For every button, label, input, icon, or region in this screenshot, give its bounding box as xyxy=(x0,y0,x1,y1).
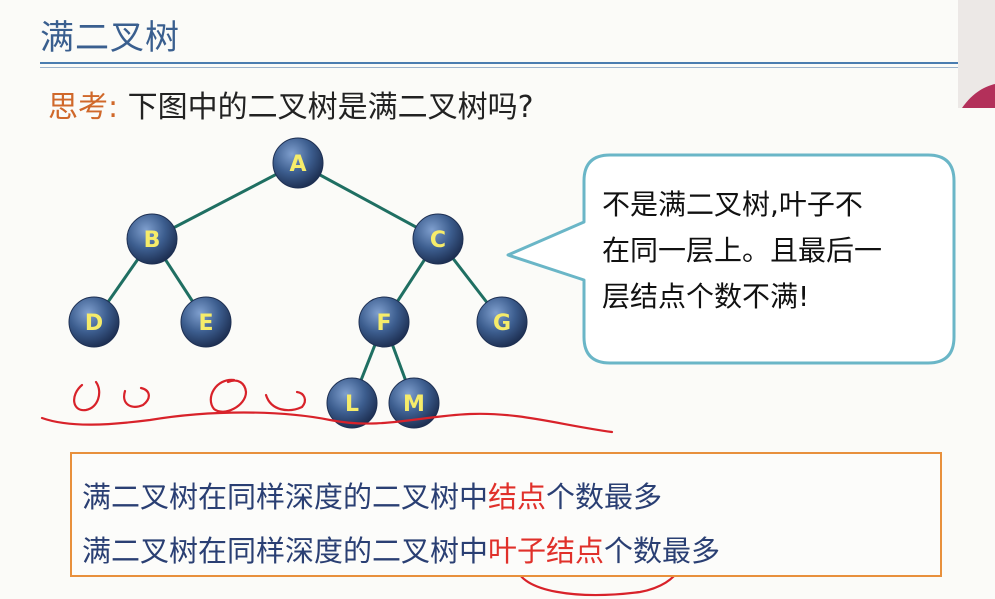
ink-underline xyxy=(40,411,614,434)
ink-mark-empty-slot-1 xyxy=(73,380,101,412)
definition-line-1-highlight: 结点 xyxy=(488,480,547,514)
tree-node-g: G xyxy=(476,296,528,348)
tree-node-a: A xyxy=(272,137,324,189)
tree-node-label: M xyxy=(403,392,425,417)
answer-line-3: 层结点个数不满! xyxy=(602,280,810,313)
ink-mark-empty-slot-4 xyxy=(264,390,306,412)
definition-line-2-suffix: 个数最多 xyxy=(604,534,721,568)
tree-node-label: G xyxy=(493,311,511,336)
definition-line-1: 满二叉树在同样深度的二叉树中结点个数最多 xyxy=(82,474,662,516)
tree-node-label: D xyxy=(85,311,103,336)
tree-node-label: L xyxy=(345,392,359,417)
tree-node-label: B xyxy=(144,228,161,253)
definition-line-1-suffix: 个数最多 xyxy=(546,480,663,514)
answer-line-1: 不是满二叉树,叶子不 xyxy=(602,188,863,221)
ink-mark-empty-slot-2 xyxy=(123,386,150,408)
definition-box: 满二叉树在同样深度的二叉树中结点个数最多 满二叉树在同样深度的二叉树中叶子结点个… xyxy=(70,452,942,577)
tree-node-d: D xyxy=(68,296,120,348)
answer-line-2: 在同一层上。且最后一 xyxy=(602,234,883,267)
tree-node-b: B xyxy=(126,213,178,265)
tree-node-e: E xyxy=(180,296,232,348)
definition-line-2-prefix: 满二叉树在同样深度的二叉树中 xyxy=(82,534,489,568)
tree-node-label: F xyxy=(376,311,391,336)
tree-node-label: A xyxy=(289,152,306,177)
tree-node-c: C xyxy=(412,213,464,265)
definition-line-1-prefix: 满二叉树在同样深度的二叉树中 xyxy=(82,480,489,514)
definition-line-2: 满二叉树在同样深度的二叉树中叶子结点个数最多 xyxy=(82,528,720,570)
answer-text: 不是满二叉树,叶子不 在同一层上。且最后一 层结点个数不满! xyxy=(602,182,932,320)
tree-node-f: F xyxy=(358,296,410,348)
ink-mark-empty-slot-3 xyxy=(209,378,248,413)
definition-line-2-highlight: 叶子结点 xyxy=(488,534,605,568)
tree-node-label: E xyxy=(198,311,213,336)
tree-node-label: C xyxy=(430,228,446,253)
